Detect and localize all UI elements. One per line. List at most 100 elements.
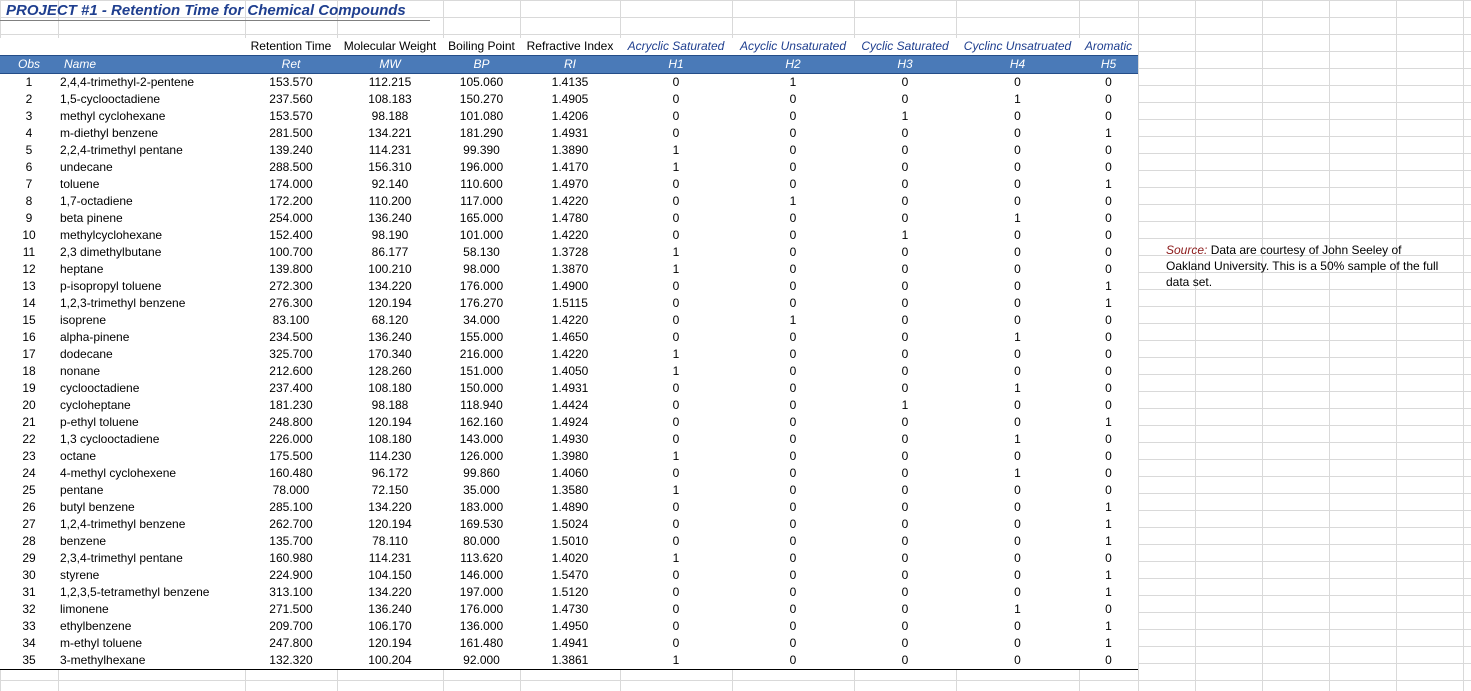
- cell-h5[interactable]: 1: [1079, 414, 1138, 431]
- cell-h3[interactable]: 0: [854, 499, 956, 516]
- cell-h3[interactable]: 0: [854, 601, 956, 618]
- cell-h4[interactable]: 0: [956, 533, 1079, 550]
- cell-h4[interactable]: 0: [956, 159, 1079, 176]
- cell-h2[interactable]: 1: [732, 74, 854, 92]
- cell-h3[interactable]: 0: [854, 363, 956, 380]
- cell-h3[interactable]: 0: [854, 125, 956, 142]
- cell-bp[interactable]: 58.130: [443, 244, 520, 261]
- cell-h3[interactable]: 0: [854, 91, 956, 108]
- cell-h1[interactable]: 1: [620, 261, 732, 278]
- cell-mw[interactable]: 156.310: [337, 159, 443, 176]
- cell-h4[interactable]: 1: [956, 601, 1079, 618]
- cell-ret[interactable]: 83.100: [245, 312, 337, 329]
- cell-bp[interactable]: 101.080: [443, 108, 520, 125]
- cell-h5[interactable]: 0: [1079, 329, 1138, 346]
- cell-ret[interactable]: 78.000: [245, 482, 337, 499]
- cell-h2[interactable]: 0: [732, 159, 854, 176]
- cell-h1[interactable]: 1: [620, 550, 732, 567]
- cell-h1[interactable]: 0: [620, 278, 732, 295]
- cell-mw[interactable]: 134.221: [337, 125, 443, 142]
- cell-h1[interactable]: 0: [620, 397, 732, 414]
- cell-ret[interactable]: 153.570: [245, 74, 337, 92]
- cell-h3[interactable]: 0: [854, 346, 956, 363]
- cell-h1[interactable]: 0: [620, 108, 732, 125]
- cell-obs[interactable]: 5: [0, 142, 58, 159]
- cell-h2[interactable]: 0: [732, 550, 854, 567]
- cell-h3[interactable]: 0: [854, 380, 956, 397]
- cell-ret[interactable]: 281.500: [245, 125, 337, 142]
- cell-bp[interactable]: 143.000: [443, 431, 520, 448]
- column-header-bp[interactable]: BP: [443, 55, 520, 74]
- cell-h5[interactable]: 0: [1079, 465, 1138, 482]
- cell-obs[interactable]: 3: [0, 108, 58, 125]
- cell-mw[interactable]: 120.194: [337, 516, 443, 533]
- cell-mw[interactable]: 120.194: [337, 295, 443, 312]
- cell-h3[interactable]: 1: [854, 108, 956, 125]
- cell-bp[interactable]: 176.270: [443, 295, 520, 312]
- cell-bp[interactable]: 150.270: [443, 91, 520, 108]
- cell-h5[interactable]: 0: [1079, 312, 1138, 329]
- cell-ret[interactable]: 254.000: [245, 210, 337, 227]
- cell-h2[interactable]: 0: [732, 176, 854, 193]
- cell-h5[interactable]: 0: [1079, 142, 1138, 159]
- cell-obs[interactable]: 16: [0, 329, 58, 346]
- column-header-name[interactable]: Name: [58, 55, 245, 74]
- cell-h3[interactable]: 0: [854, 448, 956, 465]
- cell-h2[interactable]: 0: [732, 261, 854, 278]
- cell-h4[interactable]: 0: [956, 618, 1079, 635]
- cell-ri[interactable]: 1.4941: [520, 635, 620, 652]
- cell-h1[interactable]: 0: [620, 601, 732, 618]
- cell-ri[interactable]: 1.5010: [520, 533, 620, 550]
- cell-h4[interactable]: 0: [956, 295, 1079, 312]
- cell-h1[interactable]: 0: [620, 414, 732, 431]
- cell-h4[interactable]: 0: [956, 227, 1079, 244]
- cell-ri[interactable]: 1.4900: [520, 278, 620, 295]
- cell-name[interactable]: p-isopropyl toluene: [58, 278, 245, 295]
- cell-h3[interactable]: 0: [854, 550, 956, 567]
- cell-h1[interactable]: 0: [620, 227, 732, 244]
- cell-h4[interactable]: 0: [956, 244, 1079, 261]
- cell-ret[interactable]: 226.000: [245, 431, 337, 448]
- cell-h3[interactable]: 1: [854, 397, 956, 414]
- column-header-h5[interactable]: H5: [1079, 55, 1138, 74]
- cell-h1[interactable]: 1: [620, 363, 732, 380]
- cell-h4[interactable]: 1: [956, 91, 1079, 108]
- cell-h2[interactable]: 0: [732, 244, 854, 261]
- cell-mw[interactable]: 114.231: [337, 142, 443, 159]
- cell-h2[interactable]: 0: [732, 635, 854, 652]
- cell-mw[interactable]: 134.220: [337, 499, 443, 516]
- cell-name[interactable]: octane: [58, 448, 245, 465]
- cell-h1[interactable]: 0: [620, 193, 732, 210]
- cell-h1[interactable]: 1: [620, 159, 732, 176]
- cell-name[interactable]: cycloheptane: [58, 397, 245, 414]
- cell-name[interactable]: alpha-pinene: [58, 329, 245, 346]
- cell-name[interactable]: 1,5-cyclooctadiene: [58, 91, 245, 108]
- cell-h1[interactable]: 1: [620, 142, 732, 159]
- cell-h5[interactable]: 1: [1079, 533, 1138, 550]
- cell-h2[interactable]: 0: [732, 380, 854, 397]
- cell-h5[interactable]: 0: [1079, 601, 1138, 618]
- cell-ret[interactable]: 160.480: [245, 465, 337, 482]
- cell-bp[interactable]: 196.000: [443, 159, 520, 176]
- cell-ri[interactable]: 1.4650: [520, 329, 620, 346]
- cell-h4[interactable]: 1: [956, 329, 1079, 346]
- cell-name[interactable]: heptane: [58, 261, 245, 278]
- cell-h2[interactable]: 0: [732, 499, 854, 516]
- cell-obs[interactable]: 22: [0, 431, 58, 448]
- cell-obs[interactable]: 31: [0, 584, 58, 601]
- cell-ri[interactable]: 1.5120: [520, 584, 620, 601]
- cell-ret[interactable]: 285.100: [245, 499, 337, 516]
- cell-obs[interactable]: 14: [0, 295, 58, 312]
- cell-obs[interactable]: 28: [0, 533, 58, 550]
- cell-name[interactable]: methyl cyclohexane: [58, 108, 245, 125]
- cell-h2[interactable]: 0: [732, 91, 854, 108]
- cell-h1[interactable]: 0: [620, 533, 732, 550]
- cell-h5[interactable]: 0: [1079, 108, 1138, 125]
- cell-h4[interactable]: 0: [956, 346, 1079, 363]
- cell-name[interactable]: styrene: [58, 567, 245, 584]
- cell-obs[interactable]: 34: [0, 635, 58, 652]
- cell-bp[interactable]: 155.000: [443, 329, 520, 346]
- cell-h1[interactable]: 1: [620, 482, 732, 499]
- cell-h5[interactable]: 0: [1079, 227, 1138, 244]
- cell-mw[interactable]: 134.220: [337, 584, 443, 601]
